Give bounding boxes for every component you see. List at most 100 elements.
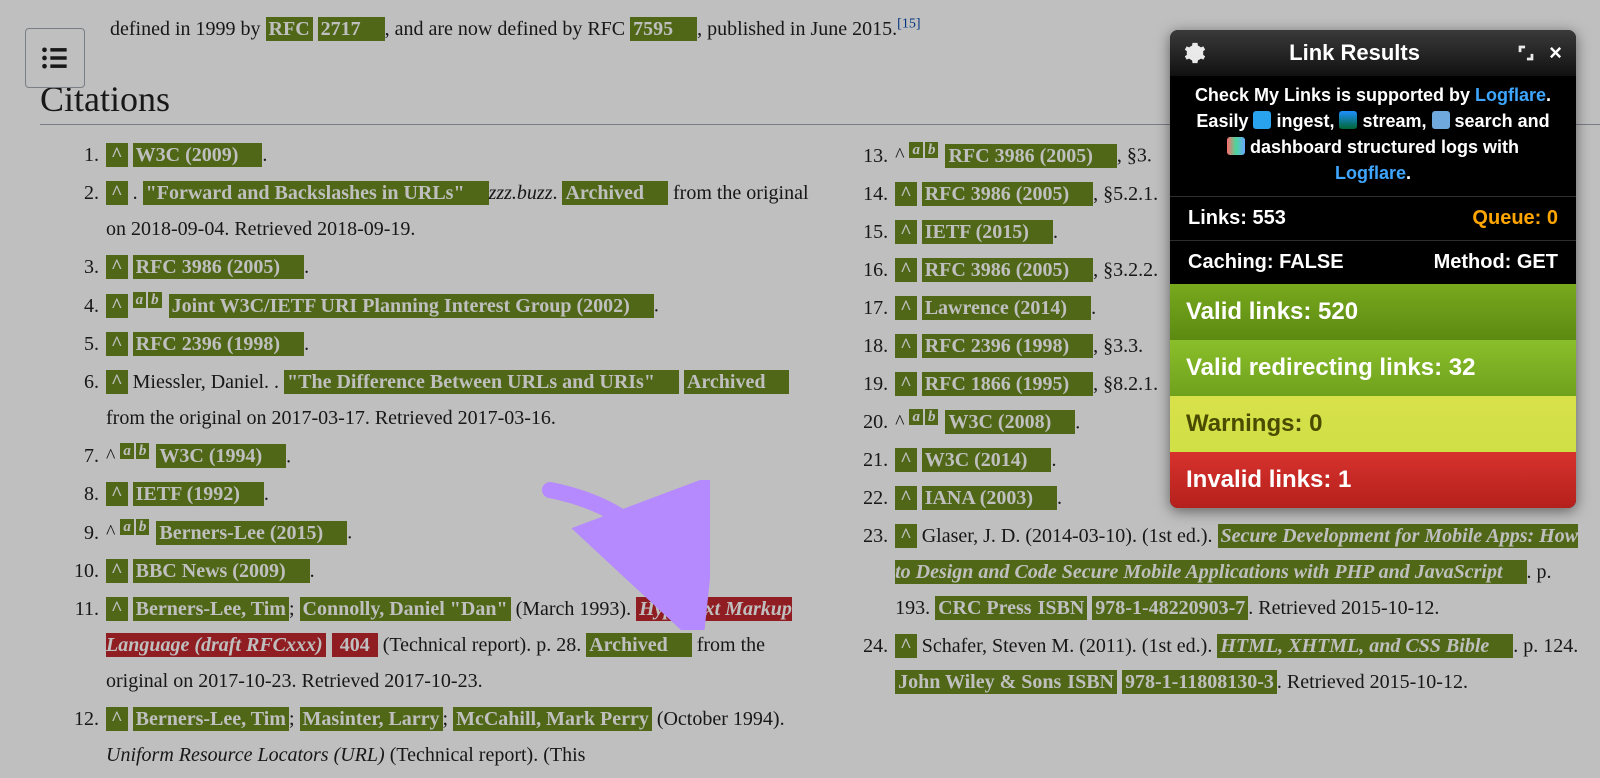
list-icon xyxy=(40,44,70,72)
backlink-caret[interactable]: ^ xyxy=(106,255,128,279)
backlink-caret[interactable]: ^ xyxy=(895,258,917,282)
citation-link[interactable]: RFC 2396 (1998) xyxy=(922,334,1093,358)
text: . xyxy=(262,144,267,166)
backlink-a[interactable]: a xyxy=(133,292,147,308)
toc-toggle-button[interactable] xyxy=(25,28,85,88)
backlink-b[interactable]: b xyxy=(925,142,939,158)
search-icon xyxy=(1432,111,1450,129)
citation-link[interactable]: RFC 2396 (1998) xyxy=(133,332,304,356)
rfc-link[interactable]: 2717 xyxy=(318,17,385,41)
footnote-ref[interactable]: [15] xyxy=(897,16,920,31)
author-link[interactable]: McCahill, Mark Perry xyxy=(453,707,652,731)
backlink-caret[interactable]: ^ xyxy=(106,597,128,621)
backlink-a[interactable]: a xyxy=(909,409,923,425)
backlink-b[interactable]: b xyxy=(148,292,162,308)
rfc-link[interactable]: 7595 xyxy=(630,17,697,41)
backlink-b[interactable]: b xyxy=(136,519,150,535)
citation-item: ^ RFC 3986 (2005). xyxy=(104,249,829,285)
text: , §3. xyxy=(1117,145,1152,167)
backlink-a[interactable]: a xyxy=(120,519,134,535)
text: . xyxy=(264,483,269,505)
backlink-sup: ab xyxy=(909,142,940,158)
backlink-caret[interactable]: ^ xyxy=(106,294,128,318)
publisher-link[interactable]: CRC Press xyxy=(935,596,1035,620)
backlink-caret[interactable]: ^ xyxy=(895,220,917,244)
publisher-link[interactable]: John Wiley & Sons xyxy=(895,670,1064,694)
citation-link[interactable]: RFC 3986 (2005) xyxy=(945,144,1116,168)
citation-item: ^ ab Joint W3C/IETF URI Planning Interes… xyxy=(104,287,829,324)
citation-link[interactable]: Lawrence (2014) xyxy=(922,296,1091,320)
citation-link[interactable]: RFC 3986 (2005) xyxy=(133,255,304,279)
backlink-caret[interactable]: ^ xyxy=(106,370,128,394)
citation-link[interactable]: Berners-Lee (2015) xyxy=(156,521,347,545)
backlink-caret[interactable]: ^ xyxy=(106,559,128,583)
backlink-b[interactable]: b xyxy=(925,409,939,425)
archived-link[interactable]: Archived xyxy=(562,181,668,205)
title-link[interactable]: HTML, XHTML, and CSS Bible xyxy=(1217,634,1513,658)
backlink-caret[interactable]: ^ xyxy=(895,524,917,548)
invalid-links-bar[interactable]: Invalid links: 1 xyxy=(1170,452,1576,508)
backlink-caret[interactable]: ^ xyxy=(106,143,128,167)
text: , §3.3. xyxy=(1093,335,1143,357)
citation-link[interactable]: W3C (2009) xyxy=(133,143,263,167)
citation-item: ^ Glaser, J. D. (2014-03-10). (1st ed.).… xyxy=(893,518,1580,626)
backlink-caret[interactable]: ^ xyxy=(106,332,128,356)
citation-link[interactable]: RFC 3986 (2005) xyxy=(922,258,1093,282)
backlink-caret[interactable]: ^ xyxy=(895,448,917,472)
citation-link[interactable]: IETF (1992) xyxy=(133,482,264,506)
author-link[interactable]: Berners-Lee, Tim xyxy=(133,597,289,621)
citation-link[interactable]: RFC 3986 (2005) xyxy=(922,182,1093,206)
redirecting-links-bar[interactable]: Valid redirecting links: 32 xyxy=(1170,340,1576,396)
archived-link[interactable]: Archived xyxy=(586,633,692,657)
author-link[interactable]: Masinter, Larry xyxy=(300,707,443,731)
isbn-label-link[interactable]: ISBN xyxy=(1064,670,1117,694)
backlink-caret[interactable]: ^ xyxy=(895,486,917,510)
archived-link[interactable]: Archived xyxy=(684,370,790,394)
backlink-b[interactable]: b xyxy=(136,443,150,459)
backlink-a[interactable]: a xyxy=(909,142,923,158)
isbn-link[interactable]: 978-1-11808130-3 xyxy=(1122,670,1277,694)
isbn-label-link[interactable]: ISBN xyxy=(1035,596,1088,620)
text: . xyxy=(274,371,284,393)
citations-column-left: ^ W3C (2009).^ . "Forward and Backslashe… xyxy=(40,137,829,775)
citation-link[interactable]: "Forward and Backslashes in URLs" xyxy=(143,181,489,205)
text: , §3.2.2. xyxy=(1093,259,1158,281)
backlink-caret[interactable]: ^ xyxy=(895,634,917,658)
rfc-link[interactable]: RFC xyxy=(266,17,313,41)
text: . Retrieved 2015-10-12. xyxy=(1248,597,1439,619)
author-link[interactable]: Connolly, Daniel "Dan" xyxy=(300,597,511,621)
backlink-sup: ab xyxy=(909,409,940,425)
citation-link[interactable]: RFC 1866 (1995) xyxy=(922,372,1093,396)
citation-link[interactable]: Joint W3C/IETF URI Planning Interest Gro… xyxy=(169,294,654,318)
logflare-link[interactable]: Logflare xyxy=(1335,163,1406,183)
backlink-a[interactable]: a xyxy=(120,443,134,459)
backlink-caret[interactable]: ^ xyxy=(895,182,917,206)
citation-link[interactable]: W3C (1994) xyxy=(156,444,286,468)
backlink-caret: ^ xyxy=(895,411,904,433)
citation-item: ^ W3C (2009). xyxy=(104,137,829,173)
links-count: 553 xyxy=(1252,207,1285,229)
citation-link[interactable]: W3C (2014) xyxy=(922,448,1052,472)
warnings-bar[interactable]: Warnings: 0 xyxy=(1170,396,1576,452)
citation-link[interactable]: IETF (2015) xyxy=(922,220,1053,244)
backlink-caret[interactable]: ^ xyxy=(895,372,917,396)
author-link[interactable]: Berners-Lee, Tim xyxy=(133,707,289,731)
text: , published in June 2015. xyxy=(697,18,897,40)
citation-link[interactable]: IANA (2003) xyxy=(922,486,1057,510)
citation-link[interactable]: "The Difference Between URLs and URIs" xyxy=(284,370,679,394)
text: from the original on 2017-03-17. Retriev… xyxy=(106,407,556,429)
backlink-caret[interactable]: ^ xyxy=(106,482,128,506)
citation-link[interactable]: W3C (2008) xyxy=(945,410,1075,434)
backlink-caret[interactable]: ^ xyxy=(895,334,917,358)
valid-links-bar[interactable]: Valid links: 520 xyxy=(1170,284,1576,340)
close-icon[interactable]: × xyxy=(1549,40,1562,66)
isbn-link[interactable]: 978-1-48220903-7 xyxy=(1092,596,1248,620)
backlink-caret[interactable]: ^ xyxy=(106,707,128,731)
gear-icon[interactable] xyxy=(1184,42,1206,64)
backlink-caret[interactable]: ^ xyxy=(895,296,917,320)
logflare-link[interactable]: Logflare xyxy=(1475,85,1546,105)
citation-link[interactable]: BBC News (2009) xyxy=(133,559,310,583)
expand-icon[interactable] xyxy=(1515,42,1537,64)
backlink-sup: ab xyxy=(120,443,151,459)
backlink-caret[interactable]: ^ xyxy=(106,181,128,205)
